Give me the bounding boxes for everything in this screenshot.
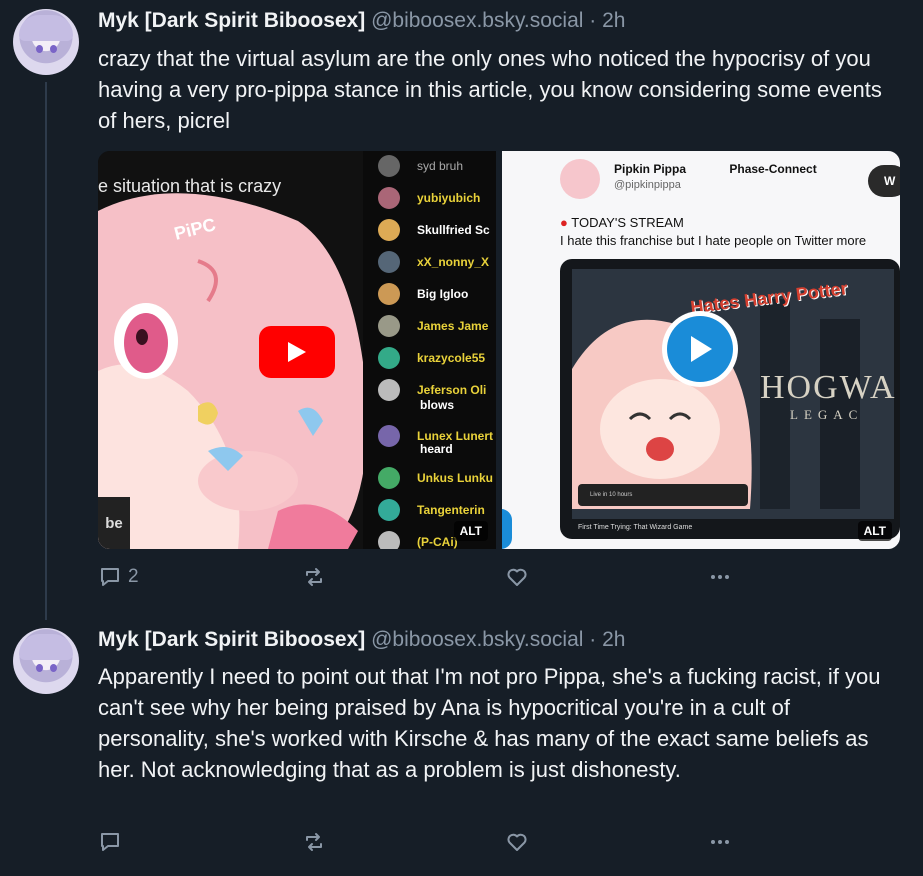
post-text: Apparently I need to point out that I'm … [98, 664, 881, 782]
stream-label: ● TODAY'S STREAM [560, 215, 684, 230]
repost-button[interactable] [302, 830, 326, 854]
heart-icon [507, 568, 527, 586]
chat-message: heard [420, 442, 453, 456]
author-handle[interactable]: @biboosex.bsky.social [371, 9, 583, 32]
youtube-play-button[interactable] [259, 326, 335, 378]
author-handle[interactable]: @biboosex.bsky.social [371, 628, 583, 651]
corner-label: be [98, 497, 130, 549]
more-button[interactable] [708, 565, 732, 589]
blood-drop-icon: ● [560, 215, 568, 230]
media-grid: e situation that is crazy PiPC be syd br… [98, 151, 900, 549]
tweet-handle: @pipkinpippa [614, 179, 681, 191]
chat-row: Skullfried Sc [378, 219, 490, 241]
chat-user: xX_nonny_X [417, 255, 490, 269]
tweet-text: I hate this franchise but I hate people … [560, 233, 867, 248]
play-circle [667, 316, 733, 382]
blue-edge [502, 509, 512, 549]
tweet-name: Pipkin Pippa [614, 162, 687, 176]
chat-message: syd bruh [417, 159, 464, 173]
chat-row: James Jame [378, 315, 488, 337]
alt-badge[interactable]: ALT [453, 521, 488, 541]
reply-count: 2 [128, 566, 139, 587]
live-indicator: Live in 10 hours [590, 492, 633, 498]
repost-button[interactable] [302, 565, 326, 589]
play-icon [288, 342, 306, 362]
speech-bubble-icon [101, 568, 119, 586]
repost-icon [306, 568, 322, 586]
like-button[interactable] [505, 565, 529, 589]
chat-user: Skullfried Sc [417, 223, 490, 237]
chat-message: blows [420, 398, 455, 412]
chat-user: yubiyubich [417, 191, 481, 205]
thread-line [45, 82, 47, 620]
chat-row: krazycole55 [378, 347, 485, 369]
chat-user: Jeferson Oli [417, 383, 487, 397]
post-time[interactable]: · 2h [589, 9, 625, 32]
chat-row: yubiyubich [378, 187, 480, 209]
follow-button: W [868, 165, 900, 197]
reply-button[interactable] [98, 830, 128, 854]
chat-user: krazycole55 [417, 351, 486, 365]
avatar[interactable] [13, 628, 79, 694]
post-header: Myk [Dark Spirit Biboosex] @biboosex.bsk… [98, 8, 625, 34]
video-caption: e situation that is crazy [98, 176, 282, 196]
post-time[interactable]: · 2h [589, 628, 625, 651]
video-play-button[interactable] [662, 311, 738, 387]
video-frame: Hates Harry Potter HOGWA LEGAC Live in 1… [560, 259, 900, 539]
post-actions: 2 [98, 565, 798, 593]
avatar[interactable] [13, 9, 79, 75]
speech-bubble-icon [101, 833, 119, 851]
chat-row: Big Igloo [378, 283, 468, 305]
chat-row: Unkus Lunku [378, 467, 493, 489]
post-text: crazy that the virtual asylum are the on… [98, 46, 882, 133]
post[interactable]: Myk [Dark Spirit Biboosex] @biboosex.bsk… [0, 0, 923, 620]
reply-button[interactable]: 2 [98, 565, 139, 589]
post-header: Myk [Dark Spirit Biboosex] @biboosex.bsk… [98, 627, 625, 653]
chat-user: (P-CAi) [417, 535, 458, 549]
alt-badge[interactable]: ALT [857, 521, 892, 541]
repost-icon [306, 833, 322, 851]
more-button[interactable] [708, 830, 732, 854]
chat-row: xX_nonny_X [378, 251, 489, 273]
media-image-2[interactable]: Pipkin Pippa Phase-Connect @pipkinpippa … [502, 151, 900, 549]
author-name[interactable]: Myk [Dark Spirit Biboosex] [98, 628, 365, 651]
chat-row: (P-CAi) [378, 531, 458, 549]
author-name[interactable]: Myk [Dark Spirit Biboosex] [98, 9, 365, 32]
heart-icon [507, 833, 527, 851]
tweet-org: Phase-Connect [729, 162, 817, 176]
chat-row: syd bruh [378, 155, 463, 177]
play-icon [691, 336, 712, 362]
tweet-avatar [560, 159, 600, 199]
chat-user: Tangenterin [417, 503, 485, 517]
game-logo: HOGWA [760, 369, 897, 406]
video-footer: First Time Trying: That Wizard Game [578, 524, 693, 531]
post[interactable]: Myk [Dark Spirit Biboosex] @biboosex.bsk… [0, 618, 923, 876]
chat-user: Big Igloo [417, 287, 469, 301]
tweet-author: Pipkin Pippa Phase-Connect [614, 162, 817, 176]
chat-user: Unkus Lunku [417, 471, 494, 485]
chat-user: Lunex Lunert [417, 429, 494, 443]
post-actions [98, 830, 798, 858]
chat-row: Tangenterin [378, 499, 485, 521]
chat-user: James Jame [417, 319, 489, 333]
game-logo-sub: LEGAC [790, 407, 864, 422]
like-button[interactable] [505, 830, 529, 854]
media-image-1[interactable]: e situation that is crazy PiPC be syd br… [98, 151, 496, 549]
ellipsis-icon [711, 840, 729, 844]
ellipsis-icon [711, 575, 729, 579]
